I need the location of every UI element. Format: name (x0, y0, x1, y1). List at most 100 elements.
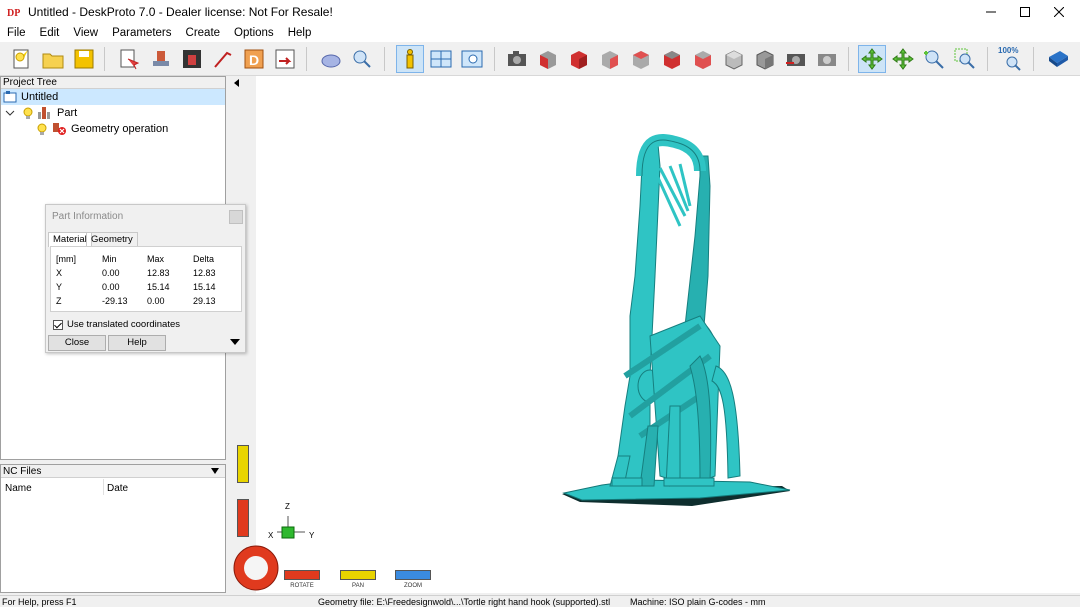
zoom-slider[interactable] (237, 499, 249, 537)
tree-item-operation[interactable]: Geometry operation (37, 121, 168, 137)
info-icon (406, 49, 414, 69)
pan-control[interactable] (340, 570, 376, 580)
nc-files-title: NC Files (3, 466, 42, 477)
row-y-max: 15.14 (147, 282, 170, 292)
3d-viewport[interactable]: Z X Y ROTATE PAN ZOOM (230, 76, 1080, 593)
axis-triad: Z X Y (268, 502, 328, 544)
tree-operation-label: Geometry operation (71, 123, 169, 135)
new-project-button[interactable] (8, 45, 36, 73)
operation-error-icon (53, 123, 66, 135)
rotate-dial-icon[interactable] (232, 544, 280, 592)
operation-button[interactable] (178, 45, 206, 73)
col-unit: [mm] (56, 254, 76, 264)
save-nc-button[interactable] (271, 45, 299, 73)
help-book-button[interactable] (1044, 45, 1072, 73)
drawing-d-icon: D (244, 49, 264, 69)
row-z-max: 0.00 (147, 296, 165, 306)
rotate-tool-button[interactable] (858, 45, 886, 73)
layout-button[interactable] (427, 45, 455, 73)
status-geometry-file: Geometry file: E:\Freedesignwold\...\Tor… (318, 597, 611, 607)
project-tree-header: Project Tree (1, 77, 225, 89)
tree-item-root[interactable]: Untitled (1, 89, 225, 105)
row-y-min: 0.00 (102, 282, 120, 292)
camera-view-button[interactable] (503, 45, 531, 73)
view-top-button[interactable] (658, 45, 686, 73)
drawing-button[interactable]: D (240, 45, 268, 73)
row-x-min: 0.00 (102, 268, 120, 278)
maximize-button[interactable] (1007, 0, 1043, 24)
inspect-button[interactable] (348, 45, 376, 73)
lightbulb-icon[interactable] (23, 107, 33, 119)
menu-help[interactable]: Help (281, 27, 319, 39)
menu-view[interactable]: View (66, 27, 105, 39)
part-parameters-button[interactable] (147, 45, 175, 73)
rotate-arrows-icon (861, 48, 883, 70)
simulation-button[interactable] (317, 45, 345, 73)
zoom-tool-button[interactable] (920, 45, 948, 73)
nc-col-date[interactable]: Date (107, 483, 128, 494)
save-icon (74, 49, 94, 69)
view-bottom-button[interactable] (689, 45, 717, 73)
toolpath-button[interactable] (209, 45, 237, 73)
new-project-icon (13, 49, 29, 69)
rotate-control[interactable] (284, 570, 320, 580)
part-model (562, 134, 791, 506)
close-button-dialog[interactable]: Close (48, 335, 106, 351)
expand-arrow-icon[interactable] (230, 339, 240, 347)
menu-file[interactable]: File (0, 27, 33, 39)
part-info-table: [mm] Min Max Delta X 0.00 12.83 12.83 Y … (50, 246, 242, 312)
menu-edit[interactable]: Edit (33, 27, 67, 39)
view-iso2-button[interactable] (751, 45, 779, 73)
part-information-dialog: Part Information Material Geometry [mm] … (45, 204, 246, 353)
nc-col-name[interactable]: Name (5, 483, 32, 494)
maximize-icon (1020, 7, 1030, 17)
dropdown-arrow-icon[interactable] (211, 468, 219, 474)
rotate-label: ROTATE (290, 583, 314, 589)
minimize-button[interactable] (973, 0, 1009, 24)
collapse-arrow-icon[interactable] (232, 79, 242, 89)
load-part-button[interactable] (116, 45, 144, 73)
chevron-down-icon[interactable] (5, 108, 15, 118)
save-view-button[interactable] (782, 45, 810, 73)
view-iso-button[interactable] (720, 45, 748, 73)
view-left-button[interactable] (596, 45, 624, 73)
open-project-button[interactable] (39, 45, 67, 73)
tree-item-part[interactable]: Part (5, 105, 77, 121)
checkbox-box[interactable] (53, 319, 63, 330)
menu-parameters[interactable]: Parameters (105, 27, 178, 39)
view-options-button[interactable] (458, 45, 486, 73)
pan-arrows-icon (892, 48, 914, 70)
zoom-100-icon: 100% (998, 46, 1021, 71)
pan-slider[interactable] (237, 445, 249, 483)
toolbar: D 100% (0, 42, 1080, 76)
tab-geometry[interactable]: Geometry (86, 232, 138, 247)
dialog-close-box[interactable] (229, 210, 243, 224)
status-bar: For Help, press F1 Geometry file: E:\Fre… (0, 595, 1080, 607)
menu-options[interactable]: Options (227, 27, 281, 39)
cube-right-icon (633, 51, 649, 69)
restore-view-button[interactable] (813, 45, 841, 73)
save-project-button[interactable] (70, 45, 98, 73)
pan-tool-button[interactable] (889, 45, 917, 73)
cube-left-icon (602, 51, 618, 69)
cube-front-icon (540, 51, 556, 69)
view-options-icon (461, 50, 483, 68)
zoom-window-button[interactable] (951, 45, 979, 73)
app-logo-icon: DP (6, 5, 22, 19)
part-info-button[interactable] (396, 45, 424, 73)
view-right-button[interactable] (627, 45, 655, 73)
zoom-all-button[interactable]: 100% (998, 45, 1026, 73)
cube-iso2-icon (756, 50, 774, 70)
menu-create[interactable]: Create (179, 27, 228, 39)
status-machine: Machine: ISO plain G-codes - mm (630, 597, 766, 607)
view-front-button[interactable] (534, 45, 562, 73)
lightbulb-icon[interactable] (37, 123, 47, 135)
zoom-label: ZOOM (404, 583, 422, 589)
inspect-icon (353, 50, 371, 68)
translated-coords-checkbox[interactable]: Use translated coordinates (53, 319, 180, 330)
svg-text:D: D (249, 52, 259, 68)
close-button[interactable] (1041, 0, 1077, 24)
view-back-button[interactable] (565, 45, 593, 73)
zoom-control[interactable] (395, 570, 431, 580)
help-button-dialog[interactable]: Help (108, 335, 166, 351)
